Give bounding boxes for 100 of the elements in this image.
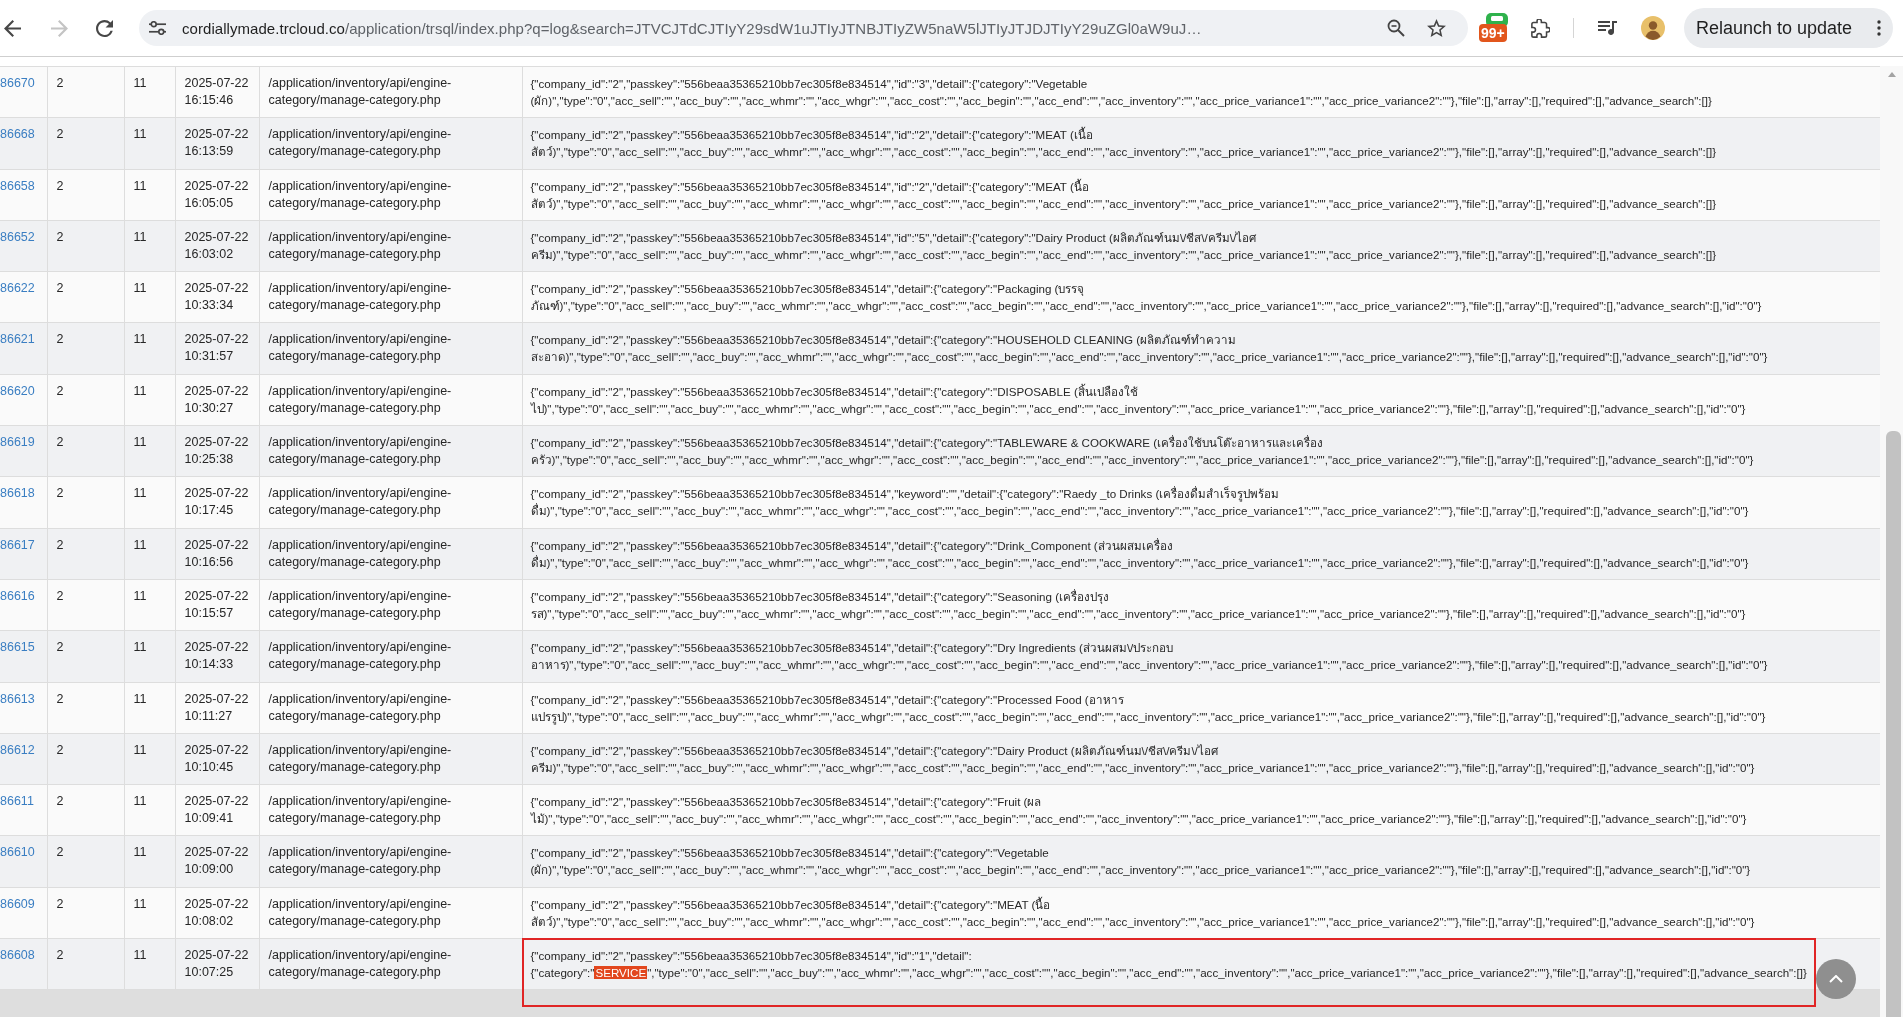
timestamp-cell: 2025-07-22 16:03:02 bbox=[184, 229, 249, 261]
record-link[interactable]: 86670 bbox=[0, 76, 35, 90]
endpoint-path-cell: /application/inventory/api/engine-category/manage-category.php bbox=[268, 178, 452, 210]
table-cell: 11 bbox=[133, 588, 147, 603]
record-link[interactable]: 86609 bbox=[0, 896, 35, 911]
table-cell: 2 bbox=[56, 229, 64, 244]
timestamp-cell: 2025-07-22 10:14:33 bbox=[184, 640, 249, 672]
timestamp-cell: 2025-07-22 10:09:41 bbox=[184, 794, 249, 826]
timestamp-cell: 2025-07-22 10:16:56 bbox=[184, 537, 249, 569]
record-link[interactable]: 86622 bbox=[0, 281, 35, 296]
record-link[interactable]: 86617 bbox=[0, 537, 35, 552]
record-link[interactable]: 86615 bbox=[0, 640, 35, 655]
timestamp-cell: 2025-07-22 10:30:27 bbox=[184, 383, 249, 415]
magnifier-icon[interactable] bbox=[1387, 19, 1405, 37]
record-link[interactable]: 86621 bbox=[0, 332, 35, 347]
timestamp-cell: 2025-07-22 10:10:45 bbox=[184, 742, 249, 774]
record-link[interactable]: 86619 bbox=[0, 435, 35, 450]
table-cell: 2 bbox=[56, 76, 64, 90]
kebab-icon[interactable] bbox=[1877, 20, 1881, 36]
request-payload-text: {"company_id":"2","passkey":"556beaa35365210bb7ec305f8e834514","detail":{"category":"Dairy Product (ผลิตภัณฑ์นม\/ชีส\/ครีม\/ไอศครีม)","type":"0","acc_sell":"","acc_buy":"","acc_whmr":"","acc_whgr":"","acc_cost":"","acc_begin":"","acc_end":"","acc_inventory":"","acc_price_variance1":"","acc_price_variance2":""},"file":[],"array":[],"required":[],"advance_search":[],"id":"0"} bbox=[530, 742, 1756, 776]
endpoint-path-cell: /application/inventory/api/engine-category/manage-category.php bbox=[268, 588, 452, 620]
record-link[interactable]: 86610 bbox=[0, 845, 35, 860]
scrollbar-thumb[interactable] bbox=[1886, 431, 1901, 1017]
table-cell: 2 bbox=[56, 383, 64, 398]
endpoint-path-cell: /application/inventory/api/engine-category/manage-category.php bbox=[268, 845, 452, 877]
table-cell: 11 bbox=[133, 383, 147, 398]
request-payload-text: {"company_id":"2","passkey":"556beaa35365210bb7ec305f8e834514","detail":{"category":"MEAT (นื้อสัตว์)","type":"0","acc_sell":"","acc_buy":"","acc_whmr":"","acc_whgr":"","acc_cost":"","acc_begin":"","acc_end":"","acc_inventory":"","acc_price_variance1":"","acc_price_variance2":""},"file":[],"array":[],"required":[],"advance_search":[],"id":"0"} bbox=[530, 896, 1756, 930]
timestamp-cell: 2025-07-22 10:33:34 bbox=[184, 281, 249, 313]
timestamp-cell: 2025-07-22 16:15:46 bbox=[184, 76, 249, 107]
timestamp-cell: 2025-07-22 10:08:02 bbox=[184, 896, 249, 928]
endpoint-path-cell: /application/inventory/api/engine-category/manage-category.php bbox=[268, 281, 452, 313]
record-link[interactable]: 86613 bbox=[0, 691, 35, 706]
table-cell: 2 bbox=[56, 332, 64, 347]
request-payload-text: {"company_id":"2","passkey":"556beaa35365210bb7ec305f8e834514","detail":{"category":"Fruit (ผลไม้)","type":"0","acc_sell":"","acc_buy":"","acc_whmr":"","acc_whgr":"","acc_cost":"","acc_begin":"","acc_end":"","acc_inventory":"","acc_price_variance1":"","acc_price_variance2":""},"file":[],"array":[],"required":[],"advance_search":[],"id":"0"} bbox=[530, 794, 1748, 828]
table-cell: 2 bbox=[56, 948, 64, 963]
scrollbar-track[interactable] bbox=[1880, 66, 1903, 1017]
endpoint-path-cell: /application/inventory/api/engine-category/manage-category.php bbox=[268, 742, 452, 774]
star-icon[interactable] bbox=[1427, 19, 1446, 37]
endpoint-path-cell: /application/inventory/api/engine-category/manage-category.php bbox=[268, 486, 452, 518]
request-payload-text: {"company_id":"2","passkey":"556beaa35365210bb7ec305f8e834514","detail":{"category":"Seasoning (เครื่องปรุงรส)","type":"0","acc_sell":"","acc_buy":"","acc_whmr":"","acc_whgr":"","acc_cost":"","acc_begin":"","acc_end":"","acc_inventory":"","acc_price_variance1":"","acc_price_variance2":""},"file":[],"array":[],"required":[],"advance_search":[],"id":"0"} bbox=[530, 588, 1747, 622]
endpoint-path-cell: /application/inventory/api/engine-category/manage-category.php bbox=[268, 896, 452, 928]
table-cell: 2 bbox=[56, 640, 64, 655]
table-cell: 2 bbox=[56, 742, 64, 757]
table-cell: 2 bbox=[56, 896, 64, 911]
chevron-up-icon bbox=[1829, 975, 1843, 983]
table-cell: 11 bbox=[133, 948, 147, 963]
record-link[interactable]: 86618 bbox=[0, 486, 35, 501]
timestamp-cell: 2025-07-22 10:25:38 bbox=[184, 435, 249, 467]
record-link[interactable]: 86658 bbox=[0, 178, 35, 193]
table-cell: 2 bbox=[56, 588, 64, 603]
record-link[interactable]: 86620 bbox=[0, 383, 35, 398]
record-link[interactable]: 86668 bbox=[0, 127, 35, 142]
reload-icon[interactable] bbox=[96, 19, 113, 37]
table-cell: 11 bbox=[133, 332, 147, 347]
table-cell: 11 bbox=[133, 845, 147, 860]
table-cell: 11 bbox=[133, 896, 147, 911]
notification-badge: 99+ bbox=[1479, 24, 1507, 42]
table-cell: 2 bbox=[56, 845, 64, 860]
request-payload-text: {"company_id":"2","passkey":"556beaa35365210bb7ec305f8e834514","id":"2","detail":{"category":"MEAT (เนื้อสัตว์)","type":"0","acc_sell":"","acc_buy":"","acc_whmr":"","acc_whgr":"","acc_cost":"","acc_begin":"","acc_end":"","acc_inventory":"","acc_price_variance1":"","acc_price_variance2":""},"file":[],"array":[],"required":[],"advance_search":[]} bbox=[530, 126, 1717, 161]
table-cell: 11 bbox=[133, 281, 147, 296]
endpoint-path-cell: /application/inventory/api/engine-category/manage-category.php bbox=[268, 948, 452, 980]
puzzle-icon[interactable] bbox=[1531, 18, 1550, 38]
timestamp-cell: 2025-07-22 16:05:05 bbox=[184, 178, 249, 210]
playlist-icon[interactable] bbox=[1598, 21, 1617, 35]
address-bar[interactable]: cordiallymade.trcloud.co/application/trsql/index.php?q=log&search=JTVCJTdCJTIyY29sdW1uJTIyJTNBJTIyZW5naW5lJTIyJTJDJTIyY29uZGl0aW9uJ… bbox=[139, 10, 1468, 46]
table-cell: 11 bbox=[133, 486, 147, 501]
timestamp-cell: 2025-07-22 10:11:27 bbox=[184, 691, 249, 723]
record-link[interactable]: 86612 bbox=[0, 742, 35, 757]
table-cell: 11 bbox=[133, 537, 147, 552]
table-cell: 11 bbox=[133, 76, 147, 90]
record-link[interactable]: 86611 bbox=[0, 794, 34, 809]
request-payload-text: {"company_id":"2","passkey":"556beaa35365210bb7ec305f8e834514","detail":{"category":"HOUSEHOLD CLEANING (ผลิตภัณฑ์ทำความสะอาด)","type":"0","acc_sell":"","acc_buy":"","acc_whmr":"","acc_whgr":"","acc_cost":"","acc_begin":"","acc_end":"","acc_inventory":"","acc_price_variance1":"","acc_price_variance2":""},"file":[],"array":[],"required":[],"advance_search":[],"id":"0"} bbox=[530, 332, 1769, 366]
table-cell: 2 bbox=[56, 486, 64, 501]
endpoint-path-cell: /application/inventory/api/engine-category/manage-category.php bbox=[268, 640, 452, 672]
endpoint-path-cell: /application/inventory/api/engine-category/manage-category.php bbox=[268, 332, 452, 364]
endpoint-path-cell: /application/inventory/api/engine-category/manage-category.php bbox=[268, 794, 452, 826]
request-payload-text: {"company_id":"2","passkey":"556beaa35365210bb7ec305f8e834514","id":"1","detail":{"category":"SERVICE","type":"0","acc_sell":"","acc_buy":"","acc_whmr":"","acc_whgr":"","acc_cost":"","acc_begin":"","acc_end":"","acc_inventory":"","acc_price_variance1":"","acc_price_variance2":""},"file":[],"array":[],"required":[],"advance_search":[]} bbox=[530, 948, 1808, 982]
record-link[interactable]: 86652 bbox=[0, 229, 35, 244]
table-cell: 2 bbox=[56, 691, 64, 706]
request-payload-text: {"company_id":"2","passkey":"556beaa35365210bb7ec305f8e834514","id":"5","detail":{"category":"Dairy Product (ผลิตภัณฑ์นม\/ชีส\/ครีม\/ไอศครีม)","type":"0","acc_sell":"","acc_buy":"","acc_whmr":"","acc_whgr":"","acc_cost":"","acc_begin":"","acc_end":"","acc_inventory":"","acc_price_variance1":"","acc_price_variance2":""},"file":[],"array":[],"required":[],"advance_search":[]} bbox=[530, 229, 1717, 263]
timestamp-cell: 2025-07-22 10:07:25 bbox=[184, 948, 249, 980]
relaunch-button[interactable]: Relaunch to update bbox=[1684, 8, 1893, 48]
endpoint-path-cell: /application/inventory/api/engine-category/manage-category.php bbox=[268, 383, 452, 415]
request-payload-text: {"company_id":"2","passkey":"556beaa35365210bb7ec305f8e834514","detail":{"category":"Dry Ingredients (ส่วนผสม\/ประกอบอาหาร)","type":"0","acc_sell":"","acc_buy":"","acc_whmr":"","acc_whgr":"","acc_cost":"","acc_begin":"","acc_end":"","acc_inventory":"","acc_price_variance1":"","acc_price_variance2":""},"file":[],"array":[],"required":[],"advance_search":[],"id":"0"} bbox=[530, 640, 1769, 674]
table-cell: 2 bbox=[56, 281, 64, 296]
endpoint-path-cell: /application/inventory/api/engine-category/manage-category.php bbox=[268, 127, 452, 159]
table-cell: 11 bbox=[133, 435, 147, 450]
request-payload-text: {"company_id":"2","passkey":"556beaa35365210bb7ec305f8e834514","detail":{"category":"Packaging (บรรจุภัณฑ์)","type":"0","acc_sell":"","acc_buy":"","acc_whmr":"","acc_whgr":"","acc_cost":"","acc_begin":"","acc_end":"","acc_inventory":"","acc_price_variance1":"","acc_price_variance2":""},"file":[],"array":[],"required":[],"advance_search":[],"id":"0"} bbox=[530, 281, 1763, 315]
timestamp-cell: 2025-07-22 10:31:57 bbox=[184, 332, 249, 364]
request-payload-text: {"company_id":"2","passkey":"556beaa35365210bb7ec305f8e834514","detail":{"category":"TABLEWARE & COOKWARE (เครื่องใช้บนโต๊ะอาหารและเครื่องครัว)","type":"0","acc_sell":"","acc_buy":"","acc_whmr":"","acc_whgr":"","acc_cost":"","acc_begin":"","acc_end":"","acc_inventory":"","acc_price_variance1":"","acc_price_variance2":""},"file":[],"array":[],"required":[],"advance_search":[],"id":"0"} bbox=[530, 434, 1755, 469]
request-payload-text: {"company_id":"2","passkey":"556beaa35365210bb7ec305f8e834514","keyword":"","detail":{"category":"Raedy _to Drinks (เครื่องดื่มสำเร็จรูปพร้อมดื่ม)","type":"0","acc_sell":"","acc_buy":"","acc_whmr":"","acc_whgr":"","acc_cost":"","acc_begin":"","acc_end":"","acc_inventory":"","acc_price_variance1":"","acc_price_variance2":""},"file":[],"array":[],"required":[],"advance_search":[],"id":"0"} bbox=[530, 485, 1750, 520]
request-payload-text: {"company_id":"2","passkey":"556beaa35365210bb7ec305f8e834514","detail":{"category":"DISPOSABLE (สิ้นเปลืองใช้ไป)","type":"0","acc_sell":"","acc_buy":"","acc_whmr":"","acc_whgr":"","acc_cost":"","acc_begin":"","acc_end":"","acc_inventory":"","acc_price_variance1":"","acc_price_variance2":""},"file":[],"array":[],"required":[],"advance_search":[],"id":"0"} bbox=[530, 383, 1747, 417]
avatar-icon[interactable] bbox=[1641, 16, 1665, 40]
record-link[interactable]: 86616 bbox=[0, 588, 35, 603]
table-cell: 11 bbox=[133, 640, 147, 655]
table-cell: 11 bbox=[133, 794, 147, 809]
record-link[interactable]: 86608 bbox=[0, 948, 35, 963]
sliders-icon[interactable] bbox=[149, 21, 166, 35]
request-payload-text: {"company_id":"2","passkey":"556beaa35365210bb7ec305f8e834514","detail":{"category":"Vegetable (ผัก)","type":"0","acc_sell":"","acc_buy":"","acc_whmr":"","acc_whgr":"","acc_cost":"","acc_begin":"","acc_end":"","acc_inventory":"","acc_price_variance1":"","acc_price_variance2":""},"file":[],"array":[],"required":[],"advance_search":[],"id":"0"} bbox=[530, 845, 1752, 879]
back-arrow-icon[interactable] bbox=[4, 19, 21, 37]
